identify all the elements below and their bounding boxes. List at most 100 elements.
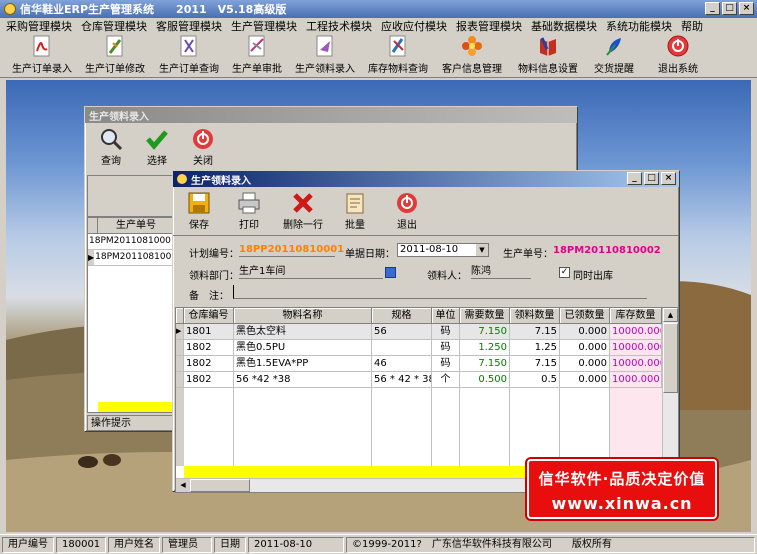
date-label: 单据日期： xyxy=(345,249,395,260)
col-issued-qty: 领料数量 xyxy=(510,308,560,324)
doc-material-icon xyxy=(314,34,336,58)
toolbar-delivery-reminder[interactable]: 交货提醒 xyxy=(586,34,642,78)
table-row[interactable]: 18PM20110810001 xyxy=(88,234,174,250)
chevron-down-icon[interactable]: ▼ xyxy=(476,244,488,256)
menu-receivable-payable[interactable]: 应收应付模块 xyxy=(381,18,447,34)
menu-help[interactable]: 帮助 xyxy=(681,18,703,34)
bg-order-grid: 生产单号 18PM20110810001 ▶ 18PM20110810002 xyxy=(87,217,175,413)
bg-close-button[interactable]: 关闭 xyxy=(183,125,223,169)
date-picker[interactable]: 2011-08-10 ▼ xyxy=(397,243,489,257)
delete-row-button[interactable]: 删除一行 xyxy=(279,189,327,233)
watermark-slogan: 信华软件·品质决定价值 xyxy=(538,470,706,488)
toolbar-order-entry[interactable]: 生产订单录入 xyxy=(6,34,78,78)
menu-system[interactable]: 系统功能模块 xyxy=(606,18,672,34)
toolbar-customer-info[interactable]: 客户信息管理 xyxy=(434,34,510,78)
app-icon xyxy=(4,3,16,15)
col-already-issued: 已领数量 xyxy=(560,308,610,324)
grid-header: 仓库编号 物料名称 规格 单位 需要数量 领料数量 已领数量 库存数量 xyxy=(176,308,678,324)
table-row[interactable]: 1802 56 *42 *38 56 * 42 * 38 个 0.500 0.5… xyxy=(176,372,678,388)
menu-production[interactable]: 生产管理模块 xyxy=(231,18,297,34)
person-label: 领料人： xyxy=(427,271,467,282)
menu-reports[interactable]: 报表管理模块 xyxy=(456,18,522,34)
window-icon xyxy=(177,174,187,184)
bg-query-button[interactable]: 查询 xyxy=(91,125,131,169)
same-time-checkbox[interactable]: ✓ xyxy=(559,267,570,278)
dept-field[interactable]: 生产1车间 xyxy=(239,266,383,279)
fg-window-title: 生产领料录入 xyxy=(191,175,251,187)
toolbar-exit[interactable]: 退出系统 xyxy=(646,34,710,78)
table-row[interactable]: 1802 黑色0.5PU 码 1.250 1.25 0.000 10000.00… xyxy=(176,340,678,356)
bg-window-title: 生产领料录入 xyxy=(85,107,577,123)
table-row[interactable]: ▶ 18PM20110810002 xyxy=(88,250,174,266)
bg-select-button[interactable]: 选择 xyxy=(137,125,177,169)
doc-query-icon xyxy=(178,34,200,58)
fg-window-material-entry: 生产领料录入 _ □ × 保存 打印 删除一行 批量 退出 计划编号： 18PP… xyxy=(172,170,680,493)
order-no-label: 生产单号： xyxy=(503,249,553,260)
exit-button[interactable]: 退出 xyxy=(387,189,427,233)
dept-lookup-icon[interactable] xyxy=(385,267,396,278)
main-toolbar: 生产订单录入 生产订单修改 生产订单查询 生产单审批 生产领料录入 库存物料查询… xyxy=(0,34,757,78)
col-spec: 规格 xyxy=(372,308,432,324)
row-pointer-icon: ▶ xyxy=(176,324,184,340)
status-date: 2011-08-10 xyxy=(248,536,344,553)
flower-icon xyxy=(461,34,483,58)
scroll-up-icon[interactable]: ▲ xyxy=(663,308,678,322)
stock-query-icon xyxy=(387,34,409,58)
plan-no-field[interactable]: 18PP20110810001 xyxy=(239,244,344,257)
pencil-doc-icon xyxy=(104,34,126,58)
menu-purchase[interactable]: 采购管理模块 xyxy=(6,18,72,34)
fg-maximize-button[interactable]: □ xyxy=(644,172,659,185)
menu-base-data[interactable]: 基础数据模块 xyxy=(531,18,597,34)
bg-window-toolbar: 查询 选择 关闭 xyxy=(85,123,577,171)
same-time-label: 同时出库 xyxy=(573,271,613,282)
toolbar-stock-query[interactable]: 库存物料查询 xyxy=(362,34,434,78)
brand-watermark: 信华软件·品质决定价值 www.xinwa.cn xyxy=(527,459,717,519)
close-button[interactable]: × xyxy=(739,2,754,15)
menu-warehouse[interactable]: 仓库管理模块 xyxy=(81,18,147,34)
grid-empty-area xyxy=(176,388,662,466)
feather-icon xyxy=(603,34,625,58)
app-title: 信华鞋业ERP生产管理系统 2011 V5.18高级版 xyxy=(20,3,287,16)
plan-no-label: 计划编号： xyxy=(189,249,239,260)
checkmark-icon xyxy=(145,126,169,152)
col-material-name: 物料名称 xyxy=(234,308,372,324)
fg-window-toolbar: 保存 打印 删除一行 批量 退出 xyxy=(173,187,679,236)
save-button[interactable]: 保存 xyxy=(179,189,219,233)
scroll-thumb[interactable] xyxy=(663,323,678,393)
memo-label: 备 注： xyxy=(189,291,229,302)
status-user-id: 180001 xyxy=(56,536,106,553)
power-icon xyxy=(191,126,215,152)
vertical-scrollbar[interactable]: ▲ xyxy=(662,308,678,478)
toolbar-order-edit[interactable]: 生产订单修改 xyxy=(78,34,152,78)
menu-bar: 采购管理模块 仓库管理模块 客服管理模块 生产管理模块 工程技术模块 应收应付模… xyxy=(0,18,757,34)
person-field[interactable]: 陈鸿 xyxy=(471,266,531,279)
batch-button[interactable]: 批量 xyxy=(335,189,375,233)
minimize-button[interactable]: _ xyxy=(705,2,720,15)
menu-customer-service[interactable]: 客服管理模块 xyxy=(156,18,222,34)
toolbar-material-settings[interactable]: 物料信息设置 xyxy=(510,34,586,78)
fg-window-titlebar: 生产领料录入 _ □ × xyxy=(173,171,679,187)
scroll-left-icon[interactable]: ◀ xyxy=(176,479,190,492)
entry-form: 计划编号： 18PP20110810001 单据日期： 2011-08-10 ▼… xyxy=(175,235,679,307)
print-button[interactable]: 打印 xyxy=(229,189,269,233)
toolbar-material-entry[interactable]: 生产领料录入 xyxy=(288,34,362,78)
hscroll-thumb[interactable] xyxy=(190,479,250,492)
power-icon xyxy=(667,34,689,58)
col-warehouse-no: 仓库编号 xyxy=(184,308,234,324)
col-required-qty: 需要数量 xyxy=(460,308,510,324)
watermark-url: www.xinwa.cn xyxy=(551,494,693,513)
order-no-value: 18PM20110810002 xyxy=(553,245,661,256)
memo-field[interactable] xyxy=(233,285,647,299)
maximize-button[interactable]: □ xyxy=(722,2,737,15)
status-user-name-label: 用户姓名 xyxy=(108,536,160,553)
table-row[interactable]: 1802 黑色1.5EVA*PP 46 码 7.150 7.15 0.000 1… xyxy=(176,356,678,372)
toolbar-order-approve[interactable]: 生产单审批 xyxy=(226,34,288,78)
table-row[interactable]: ▶ 1801 黑色太空料 56 码 7.150 7.15 0.000 10000… xyxy=(176,324,678,340)
menu-engineering[interactable]: 工程技术模块 xyxy=(306,18,372,34)
floppy-save-icon xyxy=(187,190,211,216)
status-date-label: 日期 xyxy=(214,536,246,553)
notepad-icon xyxy=(343,190,367,216)
fg-minimize-button[interactable]: _ xyxy=(627,172,642,185)
toolbar-order-query[interactable]: 生产订单查询 xyxy=(152,34,226,78)
fg-close-button[interactable]: × xyxy=(661,172,676,185)
